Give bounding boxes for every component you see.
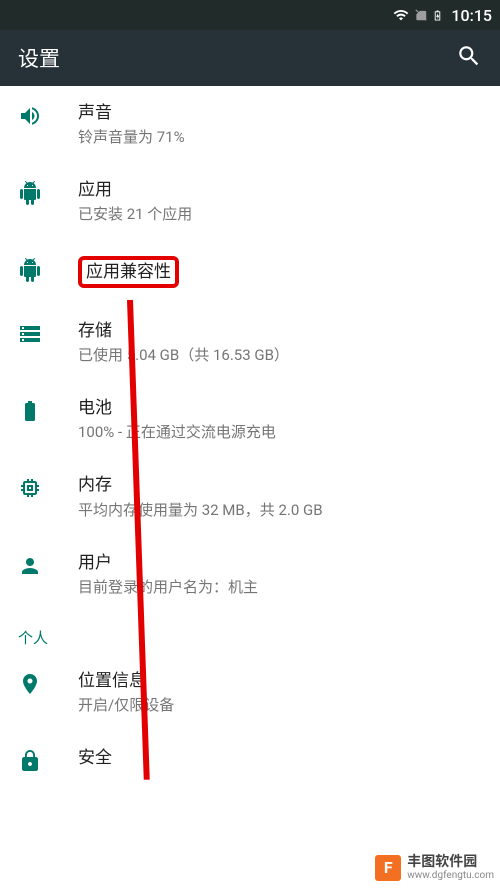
person-icon: [18, 552, 78, 578]
item-title: 应用: [78, 179, 482, 201]
status-time: 10:15: [451, 6, 492, 25]
item-title: 位置信息: [78, 670, 482, 692]
settings-item-users[interactable]: 用户 目前登录的用户名为：机主: [0, 536, 500, 613]
wifi-icon: [392, 7, 410, 23]
item-sub: 已使用 5.04 GB（共 16.53 GB）: [78, 344, 482, 365]
item-sub: 开启/仅限设备: [78, 694, 482, 715]
page-title: 设置: [18, 43, 60, 73]
item-title: 存储: [78, 320, 482, 342]
watermark-name: 丰图软件园: [407, 855, 494, 870]
volume-icon: [18, 102, 78, 128]
android-icon: [18, 179, 78, 205]
status-bar: 10:15: [0, 0, 500, 30]
memory-icon: [18, 474, 78, 500]
item-title: 电池: [78, 397, 482, 419]
highlight-annotation: 应用兼容性: [78, 256, 179, 288]
settings-item-apps[interactable]: 应用 已安装 21 个应用: [0, 163, 500, 240]
location-icon: [18, 670, 78, 696]
battery-charging-icon: [432, 7, 443, 24]
settings-item-security[interactable]: 安全: [0, 731, 500, 789]
settings-item-location[interactable]: 位置信息 开启/仅限设备: [0, 654, 500, 731]
watermark: F 丰图软件园 www.dgfengtu.com: [375, 855, 494, 881]
watermark-url: www.dgfengtu.com: [407, 870, 494, 881]
search-icon[interactable]: [456, 43, 482, 73]
app-bar: 设置: [0, 30, 500, 86]
item-title: 安全: [78, 747, 482, 769]
settings-item-battery[interactable]: 电池 100% - 正在通过交流电源充电: [0, 381, 500, 458]
item-sub: 100% - 正在通过交流电源充电: [78, 421, 482, 442]
settings-item-storage[interactable]: 存储 已使用 5.04 GB（共 16.53 GB）: [0, 304, 500, 381]
item-sub: 已安装 21 个应用: [78, 203, 482, 224]
storage-icon: [18, 320, 78, 346]
watermark-logo: F: [375, 855, 401, 881]
lock-icon: [18, 747, 78, 773]
settings-item-sound[interactable]: 声音 铃声音量为 71%: [0, 86, 500, 163]
battery-icon: [18, 397, 78, 423]
section-personal: 个人: [0, 613, 500, 654]
no-sim-icon: [414, 7, 428, 23]
settings-list: 声音 铃声音量为 71% 应用 已安装 21 个应用 应用兼容性 存储 已使用 …: [0, 86, 500, 889]
item-title: 声音: [78, 102, 482, 124]
settings-item-memory[interactable]: 内存 平均内存使用量为 32 MB，共 2.0 GB: [0, 458, 500, 535]
settings-item-app-compat[interactable]: 应用兼容性: [0, 240, 500, 304]
item-title: 应用兼容性: [86, 262, 171, 282]
android-icon: [18, 256, 78, 282]
item-sub: 铃声音量为 71%: [78, 126, 482, 147]
